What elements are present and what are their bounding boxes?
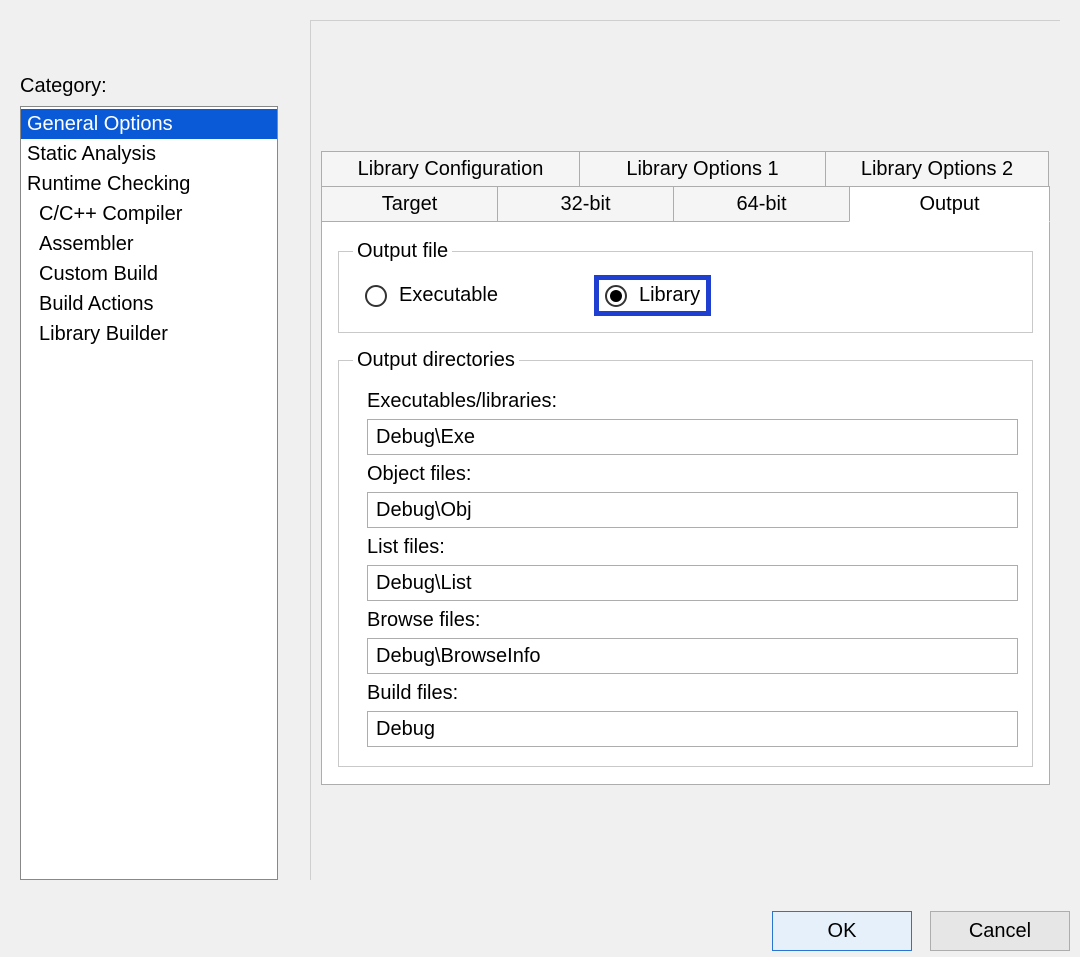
output-tab-panel: Output file Executable Library Output d — [321, 221, 1050, 785]
field-label: Browse files: — [367, 609, 1018, 632]
radio-library-label: Library — [639, 284, 700, 307]
category-item[interactable]: Runtime Checking — [21, 169, 277, 199]
output-directories-group: Output directories Executables/libraries… — [338, 349, 1033, 767]
category-label: Category: — [20, 75, 278, 98]
tab[interactable]: Output — [849, 186, 1050, 222]
tab[interactable]: Target — [321, 186, 498, 222]
category-item[interactable]: Assembler — [21, 229, 277, 259]
path-input[interactable] — [367, 492, 1018, 528]
radio-icon — [605, 285, 627, 307]
field-label: Executables/libraries: — [367, 390, 1018, 413]
ok-button[interactable]: OK — [772, 911, 912, 951]
category-list[interactable]: General OptionsStatic AnalysisRuntime Ch… — [20, 106, 278, 880]
cancel-button[interactable]: Cancel — [930, 911, 1070, 951]
category-item[interactable]: Build Actions — [21, 289, 277, 319]
category-item[interactable]: C/C++ Compiler — [21, 199, 277, 229]
tab[interactable]: Library Options 1 — [579, 151, 826, 187]
tab[interactable]: 64-bit — [673, 186, 850, 222]
radio-executable[interactable]: Executable — [359, 280, 504, 311]
output-file-group: Output file Executable Library — [338, 240, 1033, 333]
category-item[interactable]: General Options — [21, 109, 277, 139]
field-label: List files: — [367, 536, 1018, 559]
field-label: Build files: — [367, 682, 1018, 705]
field-label: Object files: — [367, 463, 1018, 486]
category-item[interactable]: Static Analysis — [21, 139, 277, 169]
tab[interactable]: Library Configuration — [321, 151, 580, 187]
output-file-legend: Output file — [353, 240, 452, 263]
tab[interactable]: 32-bit — [497, 186, 674, 222]
radio-executable-label: Executable — [399, 284, 498, 307]
output-directories-legend: Output directories — [353, 349, 519, 372]
path-input[interactable] — [367, 638, 1018, 674]
path-input[interactable] — [367, 419, 1018, 455]
radio-library[interactable]: Library — [594, 275, 711, 316]
path-input[interactable] — [367, 565, 1018, 601]
category-item[interactable]: Custom Build — [21, 259, 277, 289]
category-item[interactable]: Library Builder — [21, 319, 277, 349]
radio-icon — [365, 285, 387, 307]
tab[interactable]: Library Options 2 — [825, 151, 1049, 187]
path-input[interactable] — [367, 711, 1018, 747]
